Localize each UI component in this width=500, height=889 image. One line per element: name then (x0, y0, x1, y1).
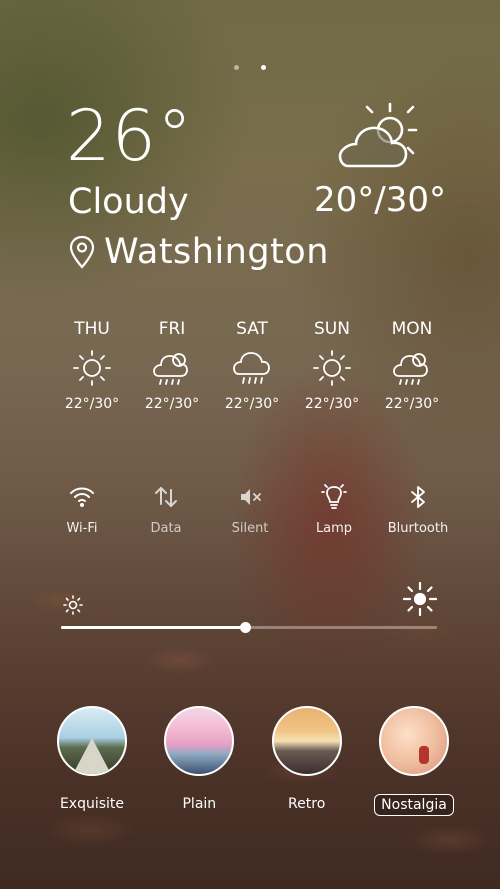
current-condition: Cloudy (68, 182, 189, 222)
cloud-rain-sun-icon (393, 353, 428, 385)
location-row[interactable]: Watshington (68, 230, 329, 274)
forecast-temp: 22°/30° (144, 396, 200, 412)
lamp-label: Lamp (315, 521, 353, 536)
theme-label: Exquisite (59, 796, 125, 812)
speaker-mute-icon (241, 489, 261, 505)
brightness-low-icon (63, 595, 83, 615)
forecast-temp: 22°/30° (384, 396, 440, 412)
current-temperature: 26° (66, 95, 194, 177)
slider-fill (61, 626, 246, 629)
page-dot[interactable] (234, 65, 239, 70)
today-range: 20°/30° (314, 180, 446, 220)
theme-picker: Exquisite Plain Retro Nostalgia (46, 706, 460, 816)
data-arrows-icon (155, 487, 177, 507)
silent-label: Silent (231, 521, 269, 536)
forecast-day[interactable]: FRI 22°/30° (132, 318, 212, 414)
sun-icon (313, 350, 351, 386)
wifi-label: Wi-Fi (66, 521, 98, 536)
bluetooth-toggle[interactable]: Blurtooth (376, 482, 460, 538)
quick-toggles: Wi-Fi Data Silent Lamp Blurtooth (40, 482, 460, 538)
cloud-rain-sun-icon (153, 353, 188, 385)
brightness-slider[interactable] (61, 622, 437, 633)
theme-label-selected: Nostalgia (374, 794, 454, 816)
theme-exquisite[interactable]: Exquisite (46, 706, 138, 816)
theme-label: Retro (288, 796, 326, 812)
forecast-day[interactable]: MON 22°/30° (372, 318, 452, 414)
forecast-day-name: MON (391, 319, 433, 339)
location-pin-icon (69, 235, 95, 269)
partly-cloudy-icon (338, 102, 418, 168)
theme-thumbnail[interactable] (271, 706, 342, 776)
data-toggle[interactable]: Data (124, 482, 208, 538)
lamp-icon (321, 484, 347, 509)
slider-thumb[interactable] (240, 622, 252, 633)
forecast-temp: 22°/30° (304, 396, 360, 412)
theme-nostalgia[interactable]: Nostalgia (368, 706, 460, 816)
theme-thumbnail[interactable] (378, 706, 449, 776)
cloud-rain-icon (233, 352, 270, 384)
sun-icon (73, 350, 111, 386)
bluetooth-label: Blurtooth (387, 521, 449, 536)
lamp-toggle[interactable]: Lamp (292, 482, 376, 538)
theme-plain[interactable]: Plain (153, 706, 245, 816)
page-dot-active[interactable] (261, 65, 266, 70)
forecast-day[interactable]: THU 22°/30° (52, 318, 132, 414)
silent-toggle[interactable]: Silent (208, 482, 292, 538)
wifi-icon (70, 487, 94, 507)
bluetooth-icon (411, 486, 425, 508)
brightness-high-icon (402, 581, 438, 617)
page-indicator (0, 55, 500, 74)
forecast-day[interactable]: SAT 22°/30° (212, 318, 292, 414)
theme-label: Plain (182, 796, 217, 812)
forecast-day-name: SAT (236, 319, 268, 339)
forecast-strip: THU 22°/30° FRI 22°/30° SAT 22°/30° SUN … (52, 318, 452, 414)
forecast-day[interactable]: SUN 22°/30° (292, 318, 372, 414)
forecast-day-name: SUN (314, 319, 350, 339)
forecast-day-name: THU (74, 319, 110, 339)
data-label: Data (150, 521, 182, 536)
theme-retro[interactable]: Retro (261, 706, 353, 816)
forecast-temp: 22°/30° (64, 396, 120, 412)
theme-thumbnail[interactable] (57, 706, 127, 776)
theme-thumbnail[interactable] (164, 706, 235, 776)
wifi-toggle[interactable]: Wi-Fi (40, 482, 124, 538)
location-name: Watshington (104, 232, 329, 272)
forecast-day-name: FRI (158, 319, 186, 339)
forecast-temp: 22°/30° (224, 396, 280, 412)
